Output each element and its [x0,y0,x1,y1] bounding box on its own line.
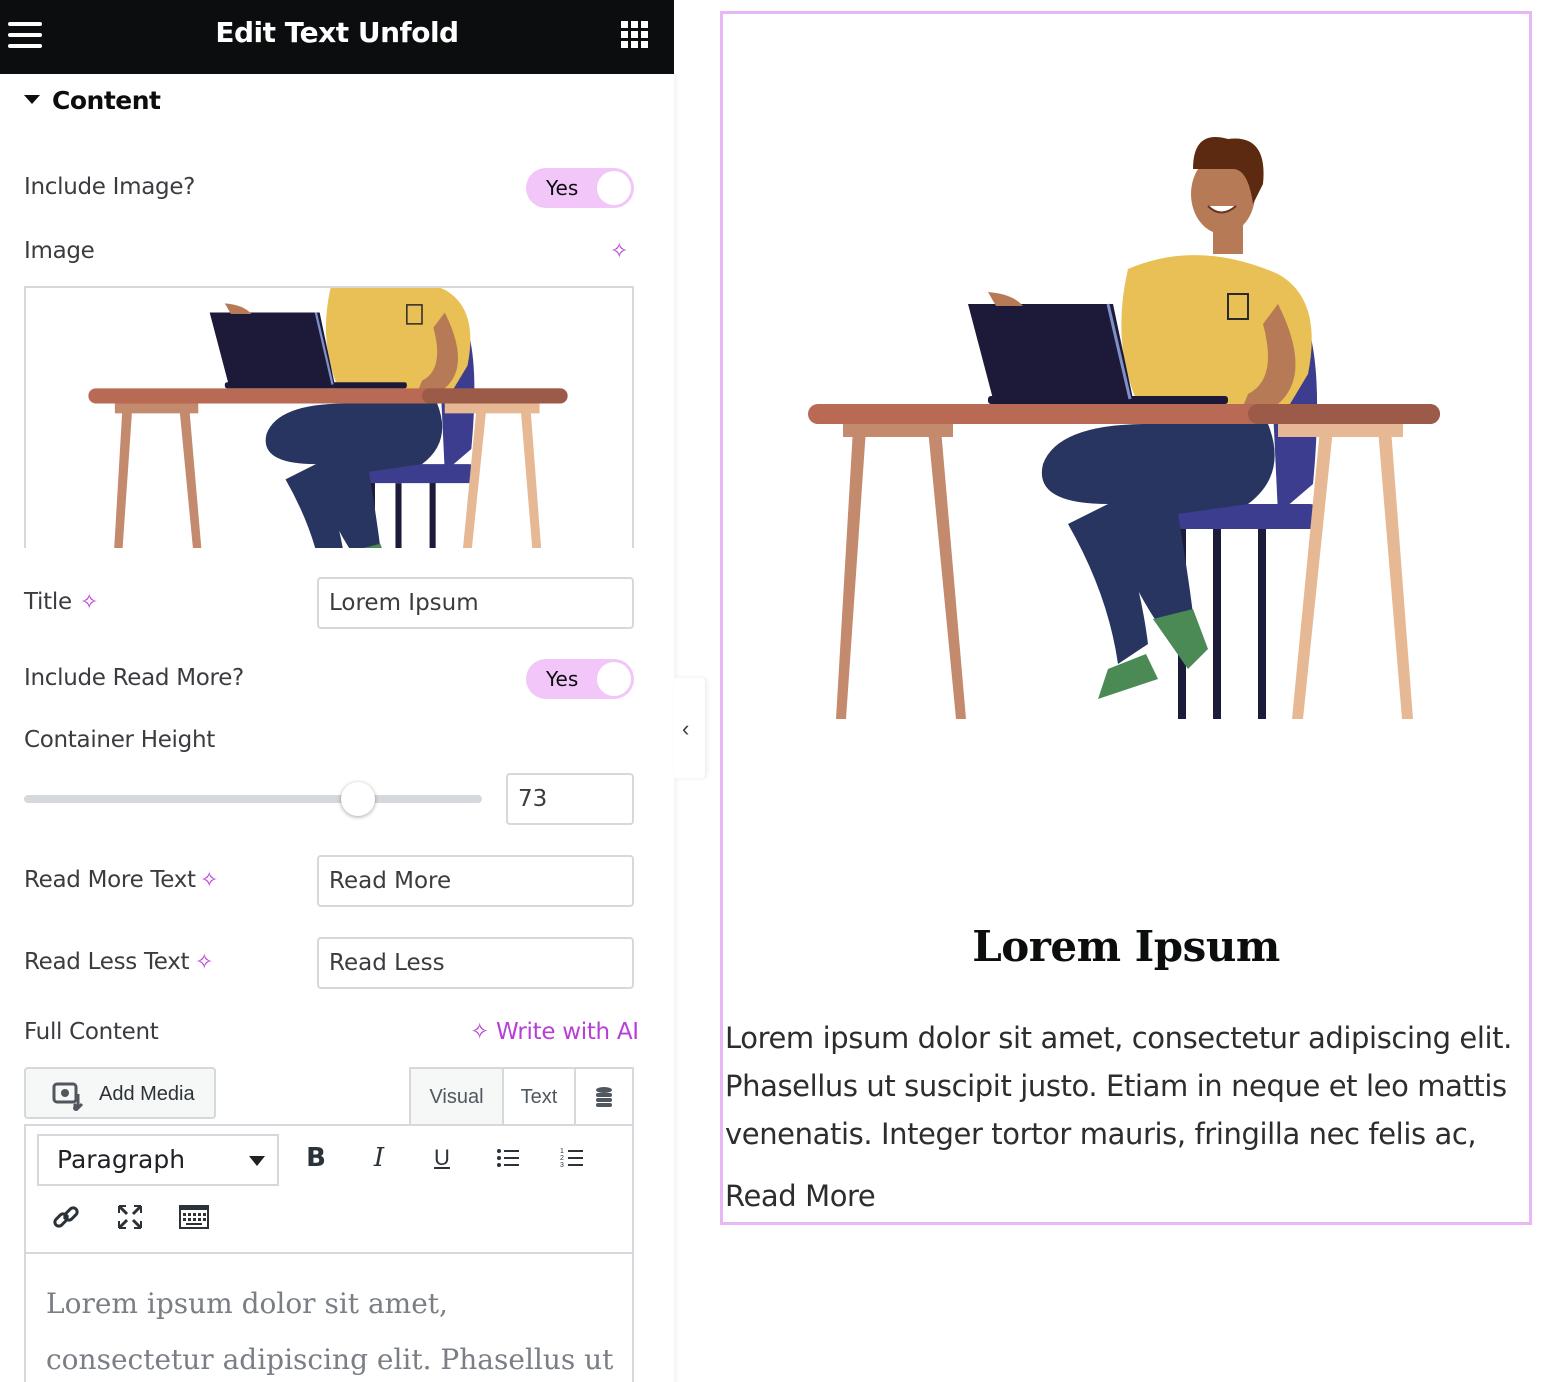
toggle-state: Yes [546,667,579,691]
panel-title: Edit Text Unfold [215,16,459,49]
bold-icon[interactable]: B [298,1140,334,1176]
widget-title: Lorem Ipsum [972,922,1280,971]
write-with-ai-button[interactable]: ✧ Write with AI [470,1019,639,1045]
section-content-toggle[interactable]: Content [24,86,161,115]
write-with-ai-label: Write with AI [495,1019,639,1045]
editor-panel: Edit Text Unfold Content Include Image? … [0,0,674,1382]
include-read-more-toggle[interactable]: Yes [526,659,634,699]
numbered-list-icon[interactable]: 123 [554,1140,590,1176]
read-less-text-label: Read Less Text [24,949,190,975]
tab-visual[interactable]: Visual [411,1069,504,1125]
read-more-text-input[interactable]: Read More [317,855,634,907]
rich-text-editor: Paragraph B I U 123 Lorem ipsum dolor si… [24,1124,634,1382]
keyboard-icon[interactable] [176,1199,212,1235]
paragraph-format-select[interactable]: Paragraph [37,1134,279,1186]
full-content-label: Full Content [24,1019,159,1045]
underline-icon[interactable]: U [424,1140,460,1176]
illustration-image [88,286,574,548]
container-height-input[interactable]: 73 [506,773,634,825]
container-height-slider-track[interactable] [24,795,482,803]
container-height-label: Container Height [24,727,215,753]
image-label: Image [24,238,95,264]
svg-text:1: 1 [560,1148,564,1155]
widget-body-text: Lorem ipsum dolor sit amet, consectetur … [725,1021,1512,1151]
toggle-knob [597,662,631,696]
apps-grid-icon[interactable] [621,21,648,48]
include-read-more-label: Include Read More? [24,665,244,691]
chevron-left-icon: ‹ [682,716,690,741]
editor-content[interactable]: Lorem ipsum dolor sit amet, consectetur … [46,1276,616,1382]
panel-header: Edit Text Unfold [0,0,674,74]
database-icon[interactable] [576,1069,632,1125]
section-title: Content [52,86,161,115]
title-input[interactable]: Lorem Ipsum [317,577,634,629]
add-media-icon [52,1082,84,1111]
add-media-label: Add Media [99,1083,195,1105]
ai-sparkle-icon[interactable]: ✧ [610,240,628,262]
svg-text:2: 2 [560,1155,564,1162]
link-icon[interactable] [48,1199,84,1235]
image-chooser[interactable] [24,286,634,548]
caret-down-icon [24,94,40,104]
bullet-list-icon[interactable] [490,1140,526,1176]
container-height-slider-handle[interactable] [341,782,375,816]
include-image-label: Include Image? [24,174,196,200]
text-unfold-widget[interactable]: Lorem Ipsum Lorem ipsum dolor sit amet, … [720,11,1532,1225]
title-label: Title [24,589,72,615]
ai-sparkle-icon[interactable]: ✧ [80,591,98,613]
include-image-toggle[interactable]: Yes [526,168,634,208]
collapse-panel-button[interactable]: ‹ [674,678,705,778]
editor-toolbar: Paragraph B I U 123 [26,1126,632,1254]
ai-sparkle-icon[interactable]: ✧ [200,869,218,891]
fullscreen-icon[interactable] [112,1199,148,1235]
ai-sparkle-icon[interactable]: ✧ [195,951,213,973]
format-select-value: Paragraph [57,1145,186,1174]
ai-sparkle-icon: ✧ [470,1019,496,1045]
chevron-down-icon [249,1156,265,1166]
toggle-knob [597,171,631,205]
tab-text[interactable]: Text [504,1069,576,1125]
read-less-text-input[interactable]: Read Less [317,937,634,989]
widget-image [808,124,1448,724]
read-more-link[interactable]: Read More [725,1179,876,1213]
svg-text:3: 3 [560,1162,564,1169]
add-media-button[interactable]: Add Media [24,1067,216,1119]
italic-icon[interactable]: I [361,1140,397,1176]
toggle-state: Yes [546,176,579,200]
editor-mode-tabs: Visual Text [409,1067,634,1125]
read-more-text-label: Read More Text [24,867,196,893]
